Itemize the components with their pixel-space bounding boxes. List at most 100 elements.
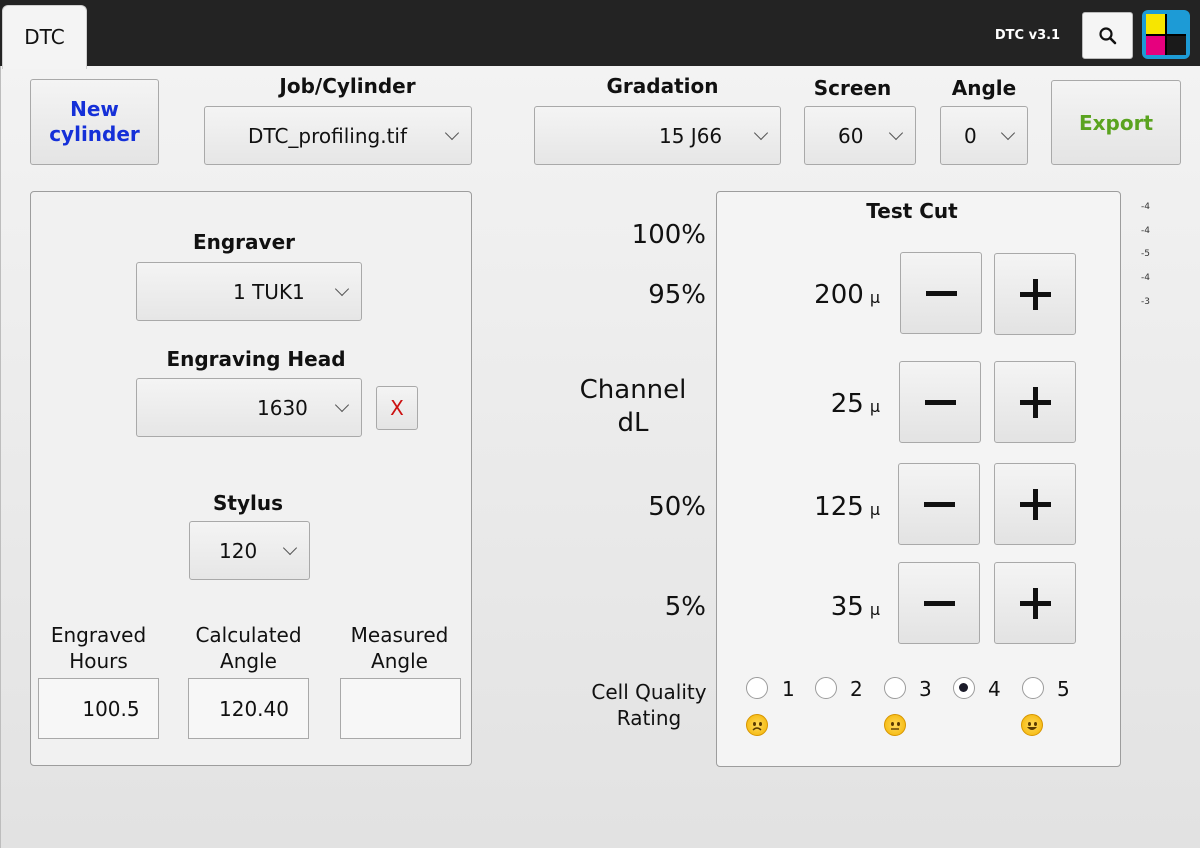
screen-label: Screen <box>813 76 892 100</box>
value-channel-dl-number: 25 <box>830 389 864 419</box>
chevron-down-icon <box>282 540 298 555</box>
side-value: -4 <box>1141 202 1150 212</box>
gradation-value: 15 J66 <box>659 123 723 148</box>
row-label-5: 5% <box>664 592 706 622</box>
micron-unit: μ <box>869 600 880 619</box>
export-button[interactable]: Export <box>1051 80 1181 165</box>
cell-quality-rating-label: Cell Quality Rating <box>591 680 707 730</box>
rating-label-3: 3 <box>919 677 932 701</box>
row-label-100: 100% <box>631 220 706 250</box>
rating-label-2: 2 <box>850 677 863 701</box>
chevron-down-icon <box>334 397 350 412</box>
increase-channel-dl-button[interactable] <box>994 361 1076 443</box>
gradation-label: Gradation <box>606 74 719 98</box>
plus-icon <box>1019 278 1051 310</box>
minus-icon <box>923 600 955 606</box>
chevron-down-icon <box>888 125 904 140</box>
minus-icon <box>925 290 957 296</box>
angle-value: 0 <box>964 123 977 148</box>
app-logo-icon[interactable] <box>1142 10 1190 59</box>
value-95-number: 200 <box>814 280 864 310</box>
rating-radio-2[interactable] <box>815 677 837 699</box>
value-50: 125 μ <box>740 492 880 522</box>
engraved-hours-label: Engraved Hours <box>50 623 147 673</box>
engraver-select[interactable]: 1 TUK1 <box>136 262 362 321</box>
new-cylinder-label: New cylinder <box>49 97 140 146</box>
engraver-value: 1 TUK1 <box>233 279 305 304</box>
rating-label-5: 5 <box>1057 677 1070 701</box>
value-50-number: 125 <box>814 492 864 522</box>
side-value: -4 <box>1141 273 1150 283</box>
engraving-head-value: 1630 <box>257 395 308 420</box>
decrease-channel-dl-button[interactable] <box>899 361 981 443</box>
version-label: DTC v3.1 <box>994 27 1061 43</box>
job-cylinder-value: DTC_profiling.tif <box>248 123 408 148</box>
job-cylinder-label: Job/Cylinder <box>279 74 416 98</box>
screen-value: 60 <box>838 123 864 148</box>
logo-cyan-cell <box>1167 14 1186 34</box>
chevron-down-icon <box>753 125 769 140</box>
side-value: -4 <box>1141 226 1150 236</box>
chevron-down-icon <box>1000 125 1016 140</box>
angle-select[interactable]: 0 <box>940 106 1028 165</box>
plus-icon <box>1019 488 1051 520</box>
calculated-angle-label: Calculated Angle <box>195 623 302 673</box>
search-button[interactable] <box>1082 12 1133 59</box>
increase-95-button[interactable] <box>994 253 1076 335</box>
logo-yellow-cell <box>1146 14 1165 34</box>
row-label-95: 95% <box>648 280 706 310</box>
neutral-face-icon <box>884 714 906 736</box>
decrease-95-button[interactable] <box>900 252 982 334</box>
micron-unit: μ <box>869 288 880 307</box>
increase-5-button[interactable] <box>994 562 1076 644</box>
chevron-down-icon <box>444 125 460 140</box>
minus-icon <box>923 501 955 507</box>
logo-black-cell <box>1167 35 1186 55</box>
calculated-angle-field[interactable]: 120.40 <box>188 678 309 739</box>
engraved-hours-field[interactable]: 100.5 <box>38 678 159 739</box>
screen-select[interactable]: 60 <box>804 106 916 165</box>
engraver-label: Engraver <box>192 230 296 254</box>
job-cylinder-select[interactable]: DTC_profiling.tif <box>204 106 472 165</box>
value-channel-dl: 25 μ <box>740 389 880 419</box>
row-label-channel-dl: Channel dL <box>579 375 687 438</box>
measured-angle-label: Measured Angle <box>350 623 449 673</box>
gradation-select[interactable]: 15 J66 <box>534 106 781 165</box>
export-label: Export <box>1078 110 1154 135</box>
rating-radio-5[interactable] <box>1022 677 1044 699</box>
rating-label-4: 4 <box>988 677 1001 701</box>
engraving-head-label: Engraving Head <box>166 347 346 371</box>
micron-unit: μ <box>869 500 880 519</box>
value-5-number: 35 <box>830 592 864 622</box>
angle-label: Angle <box>951 76 1017 100</box>
clear-head-button[interactable]: X <box>376 386 418 430</box>
stylus-select[interactable]: 120 <box>189 521 310 580</box>
plus-icon <box>1019 587 1051 619</box>
decrease-5-button[interactable] <box>898 562 980 644</box>
side-value: -3 <box>1141 297 1150 307</box>
micron-unit: μ <box>869 397 880 416</box>
tab-dtc[interactable]: DTC <box>2 5 87 69</box>
happy-face-icon <box>1021 714 1043 736</box>
stylus-value: 120 <box>219 538 258 563</box>
new-cylinder-button[interactable]: New cylinder <box>30 79 159 165</box>
sad-face-icon <box>746 714 768 736</box>
value-5: 35 μ <box>740 592 880 622</box>
chevron-down-icon <box>334 281 350 296</box>
rating-radio-4[interactable] <box>953 677 975 699</box>
increase-50-button[interactable] <box>994 463 1076 545</box>
rating-radio-3[interactable] <box>884 677 906 699</box>
search-icon <box>1098 26 1116 44</box>
plus-icon <box>1019 386 1051 418</box>
rating-radio-1[interactable] <box>746 677 768 699</box>
rating-label-1: 1 <box>782 677 795 701</box>
measured-angle-field[interactable] <box>340 678 461 739</box>
test-cut-title: Test Cut <box>866 199 958 223</box>
side-value: -5 <box>1141 249 1150 259</box>
engraving-head-select[interactable]: 1630 <box>136 378 362 437</box>
row-label-50: 50% <box>648 492 706 522</box>
stylus-label: Stylus <box>213 491 283 515</box>
logo-magenta-cell <box>1146 35 1165 55</box>
value-95: 200 μ <box>740 280 880 310</box>
decrease-50-button[interactable] <box>898 463 980 545</box>
